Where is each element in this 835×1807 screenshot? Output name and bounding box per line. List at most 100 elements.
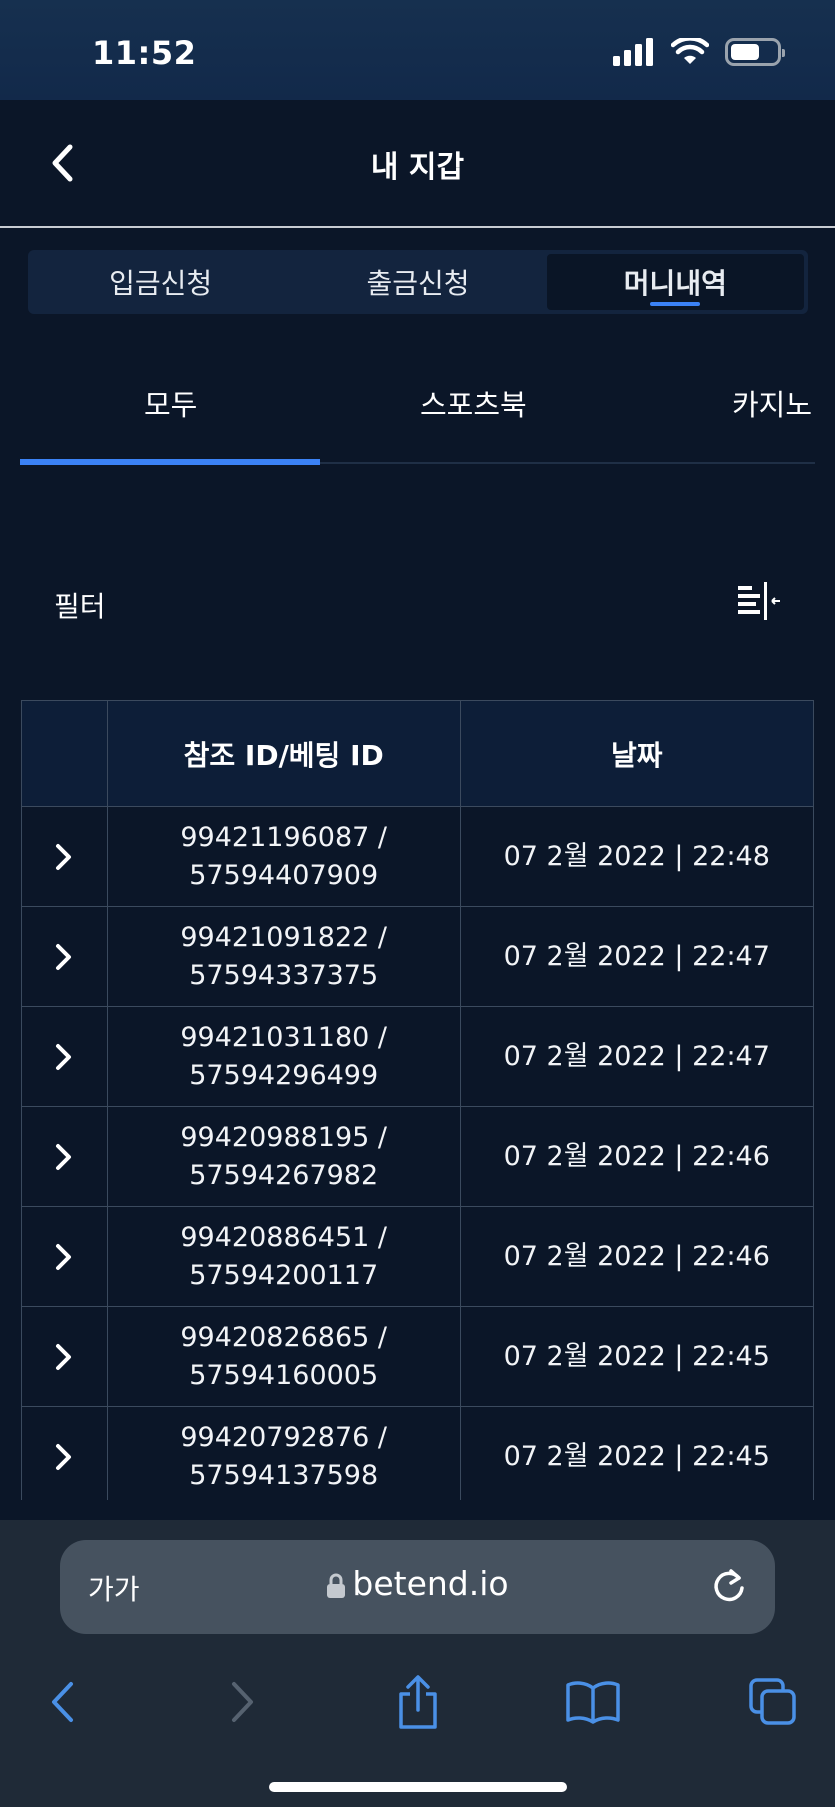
bet-id: 57594337375 [189,959,379,991]
home-indicator[interactable] [269,1782,567,1792]
header-ref-id: 참조 ID/베팅 ID [106,700,461,807]
ref-id: 99420792876 / [180,1421,388,1453]
table-row[interactable]: 99421091822 / 57594337375 07 2월 2022 | 22:… [21,906,814,1007]
ref-id-cell: 99420792876 / 57594137598 [106,1406,461,1500]
reload-button[interactable] [709,1566,749,1610]
row-expand-cell[interactable] [21,1306,108,1407]
date-cell: 07 2월 2022 | 22:47 [459,906,814,1007]
chevron-left-icon [52,1682,73,1722]
table-row[interactable]: 99420792876 / 57594137598 07 2월 2022 | 22:… [21,1406,814,1500]
header-expand [21,700,108,807]
header-date: 날짜 [459,700,814,807]
tab-sportsbook[interactable]: 스포츠북 [420,382,527,424]
ref-id: 99421196087 / [180,821,388,853]
share-button[interactable] [388,1672,448,1732]
expand-row-button[interactable] [22,843,107,871]
chevron-right-icon [56,943,72,970]
tabs-icon [749,1678,796,1725]
bet-id: 57594200117 [189,1259,379,1291]
browser-toolbar: 가가 betend.io [0,1520,835,1807]
row-expand-cell[interactable] [21,906,108,1007]
url-display[interactable]: betend.io [60,1564,775,1603]
browser-forward-button[interactable] [213,1672,273,1732]
chevron-right-icon [56,843,72,870]
ref-id: 99421031180 / [180,1021,388,1053]
tabs-button[interactable] [743,1672,803,1732]
share-icon [399,1675,437,1729]
table-row[interactable]: 99420826865 / 57594160005 07 2월 2022 | 22:… [21,1306,814,1407]
reload-icon [714,1569,744,1602]
date-cell: 07 2월 2022 | 22:45 [459,1406,814,1500]
battery-level [731,44,759,60]
tab-money-history[interactable]: 머니내역 [546,254,804,310]
book-icon [566,1681,620,1724]
active-tab-indicator [20,459,320,465]
date-cell: 07 2월 2022 | 22:45 [459,1306,814,1407]
status-time: 11:52 [92,34,197,72]
date-cell: 07 2월 2022 | 22:46 [459,1106,814,1207]
battery-icon [725,38,785,66]
history-table: 참조 ID/베팅 ID 날짜 99421196087 / 57594407909 0… [21,700,814,1500]
signal-icon [613,38,653,66]
history-table-wrapper[interactable]: 참조 ID/베팅 ID 날짜 99421196087 / 57594407909 0… [21,700,814,1500]
app-header: 내 지갑 [0,100,835,228]
ref-id-cell: 99421091822 / 57594337375 [106,906,461,1007]
expand-row-button[interactable] [22,1443,107,1471]
address-bar[interactable]: 가가 betend.io [60,1540,775,1634]
status-bar: 11:52 [0,0,835,100]
chevron-right-icon [232,1682,253,1722]
row-expand-cell[interactable] [21,806,108,907]
browser-back-button[interactable] [32,1672,92,1732]
date-cell: 07 2월 2022 | 22:46 [459,1206,814,1307]
table-row[interactable]: 99421031180 / 57594296499 07 2월 2022 | 22:… [21,1006,814,1107]
bookmarks-button[interactable] [563,1672,623,1732]
table-body: 99421196087 / 57594407909 07 2월 2022 | 22:… [21,806,814,1500]
tab-deposit[interactable]: 입금신청 [32,254,289,310]
chevron-right-icon [56,1043,72,1070]
ref-id-cell: 99420826865 / 57594160005 [106,1306,461,1407]
table-header-row: 참조 ID/베팅 ID 날짜 [21,700,814,807]
category-tabs: 모두 스포츠북 카지노 [20,358,815,465]
date-cell: 07 2월 2022 | 22:47 [459,1006,814,1107]
table-row[interactable]: 99421196087 / 57594407909 07 2월 2022 | 22:… [21,806,814,907]
date-cell: 07 2월 2022 | 22:48 [459,806,814,907]
chevron-right-icon [56,1143,72,1170]
bet-id: 57594267982 [189,1159,379,1191]
table-row[interactable]: 99420886451 / 57594200117 07 2월 2022 | 22:… [21,1206,814,1307]
header-divider [0,226,835,228]
expand-row-button[interactable] [22,1043,107,1071]
tab-withdraw[interactable]: 출금신청 [289,254,546,310]
ref-id-cell: 99420886451 / 57594200117 [106,1206,461,1307]
ref-id: 99420826865 / [180,1321,388,1353]
page: 11:52 내 지갑 입금신청 출금신청 머니내역 모두 스포츠북 카지노 필터… [0,0,835,1807]
ref-id: 99420988195 / [180,1121,388,1153]
row-expand-cell[interactable] [21,1006,108,1107]
ref-id: 99420886451 / [180,1221,388,1253]
expand-row-button[interactable] [22,1143,107,1171]
chevron-right-icon [56,1243,72,1270]
status-icons [613,38,785,66]
expand-row-button[interactable] [22,1343,107,1371]
wallet-tabs: 입금신청 출금신청 머니내역 [28,250,808,314]
row-expand-cell[interactable] [21,1206,108,1307]
page-title: 내 지갑 [370,150,465,185]
lock-icon [327,1573,346,1598]
ref-id: 99421091822 / [180,921,388,953]
expand-row-button[interactable] [22,943,107,971]
ref-id-cell: 99421031180 / 57594296499 [106,1006,461,1107]
bet-id: 57594407909 [189,859,379,891]
tab-all[interactable]: 모두 [144,382,197,424]
chevron-right-icon [56,1443,72,1470]
chevron-right-icon [56,1343,72,1370]
table-row[interactable]: 99420988195 / 57594267982 07 2월 2022 | 22:… [21,1106,814,1207]
bet-id: 57594137598 [189,1459,379,1491]
row-expand-cell[interactable] [21,1106,108,1207]
tab-casino[interactable]: 카지노 [732,382,812,424]
bet-id: 57594296499 [189,1059,379,1091]
url-text: betend.io [352,1564,509,1603]
expand-row-button[interactable] [22,1243,107,1271]
filter-label[interactable]: 필터 [54,585,106,625]
row-expand-cell[interactable] [21,1406,108,1500]
ref-id-cell: 99421196087 / 57594407909 [106,806,461,907]
filter-toggle-icon[interactable] [734,580,782,624]
